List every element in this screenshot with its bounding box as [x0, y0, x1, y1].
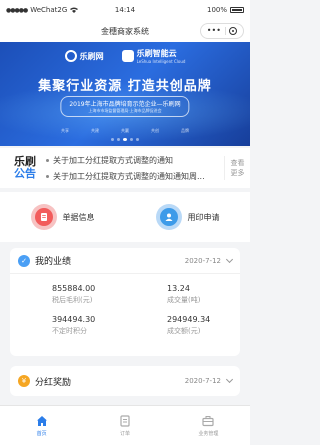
order-icon	[120, 414, 130, 427]
banner-logos: 乐刷网 乐刷智能云 LeShua Intelligent Cloud	[0, 48, 250, 64]
chevron-down-icon[interactable]	[225, 255, 234, 263]
person-icon	[155, 204, 182, 230]
slogan: 品牌	[181, 128, 189, 133]
status-bar: ●●●●● WeChat2G 14:14 100%	[0, 0, 250, 20]
carousel-dot[interactable]	[130, 138, 133, 141]
bonus-date: 2020-7-12	[184, 377, 221, 385]
performance-card: ✓ 我的业绩 2020-7-12 855884.00 税后毛利(元) 13.24…	[10, 248, 240, 356]
banner-slogans: 共享 共建 共赢 共创 品牌	[0, 128, 250, 134]
stat-item: 394494.30 不定时积分	[52, 315, 96, 335]
banner-pill: 2019年上海市品牌培育示范企业—乐刷网 上海市市场监督管理局·上海市品牌促进会	[60, 96, 190, 117]
bonus-title: 分红奖励	[35, 377, 72, 388]
action-label: 单据信息	[62, 212, 95, 222]
logo-right: 乐刷智能云 LeShua Intelligent Cloud	[121, 48, 185, 64]
performance-date: 2020-7-12	[184, 256, 221, 265]
coin-icon: ¥	[18, 375, 30, 387]
banner-headline: 集聚行业资源 打造共创品牌	[38, 79, 212, 94]
bonus-header[interactable]: ¥ 分红奖励 2020-7-12	[10, 366, 240, 396]
banner-carousel[interactable]: 乐刷网 乐刷智能云 LeShua Intelligent Cloud 集聚行业资…	[0, 42, 250, 146]
announcement-item[interactable]: 关于加工分红提取方式调整的通知	[46, 152, 224, 168]
slogan: 共创	[151, 128, 159, 133]
business-icon	[202, 415, 214, 426]
mini-program-capsule[interactable]: •••	[200, 23, 244, 39]
tab-business[interactable]: 业务管理	[167, 406, 250, 445]
performance-stats: 855884.00 税后毛利(元) 13.24 成交量(吨) 394494.30…	[10, 274, 240, 342]
battery-icon	[230, 7, 244, 13]
quick-actions: 单据信息 用印申请	[0, 192, 250, 242]
stat-item: 855884.00 税后毛利(元)	[52, 284, 96, 304]
status-time: 14:14	[114, 6, 136, 14]
tab-home[interactable]: 首页	[0, 406, 83, 445]
slogan: 共享	[61, 128, 69, 133]
stat-item: 294949.34 成交额(元)	[167, 315, 211, 335]
nav-bar: 金穗商家系统 •••	[0, 20, 250, 42]
thumbs-up-icon: ✓	[18, 254, 30, 267]
logo-left: 乐刷网	[64, 50, 104, 62]
view-more-button[interactable]: 查看 更多	[224, 156, 250, 180]
capsule-divider	[224, 27, 226, 35]
close-target-icon[interactable]	[229, 27, 238, 35]
tab-orders[interactable]: 订单	[83, 406, 166, 445]
carousel-dot[interactable]	[117, 138, 120, 141]
stat-item: 13.24 成交量(吨)	[167, 284, 201, 304]
leshua-logo-icon	[64, 50, 77, 62]
slogan: 共建	[91, 128, 99, 133]
performance-header[interactable]: ✓ 我的业绩 2020-7-12	[10, 248, 240, 274]
chevron-down-icon[interactable]	[225, 375, 234, 384]
cloud-logo-icon	[121, 50, 134, 62]
document-icon	[30, 204, 57, 230]
tab-bar: 首页 订单 业务管理	[0, 405, 250, 445]
announcement-list: 关于加工分红提取方式调整的通知 关于加工分红提取方式调整的通知通知周...	[40, 152, 224, 184]
performance-title: 我的业绩	[35, 257, 72, 267]
page-title: 金穗商家系统	[101, 26, 149, 36]
more-icon[interactable]: •••	[207, 27, 221, 35]
announcement-item[interactable]: 关于加工分红提取方式调整的通知通知周...	[46, 168, 224, 184]
seal-request-button[interactable]: 用印申请	[125, 192, 250, 242]
action-label: 用印申请	[187, 212, 220, 222]
carousel-dot[interactable]	[111, 138, 114, 141]
bullet-icon	[46, 174, 49, 178]
slogan: 共赢	[121, 128, 129, 133]
home-icon	[36, 415, 47, 426]
document-info-button[interactable]: 单据信息	[0, 192, 125, 242]
carousel-dot-active[interactable]	[123, 138, 127, 141]
announcement-bar: 乐刷 公告 关于加工分红提取方式调整的通知 关于加工分红提取方式调整的通知通知周…	[0, 148, 250, 188]
announcement-tag: 乐刷 公告	[14, 155, 36, 180]
bullet-icon	[46, 158, 49, 162]
carousel-dot[interactable]	[136, 138, 139, 141]
carousel-indicators[interactable]	[0, 138, 250, 141]
bonus-card: ¥ 分红奖励 2020-7-12	[10, 366, 240, 396]
